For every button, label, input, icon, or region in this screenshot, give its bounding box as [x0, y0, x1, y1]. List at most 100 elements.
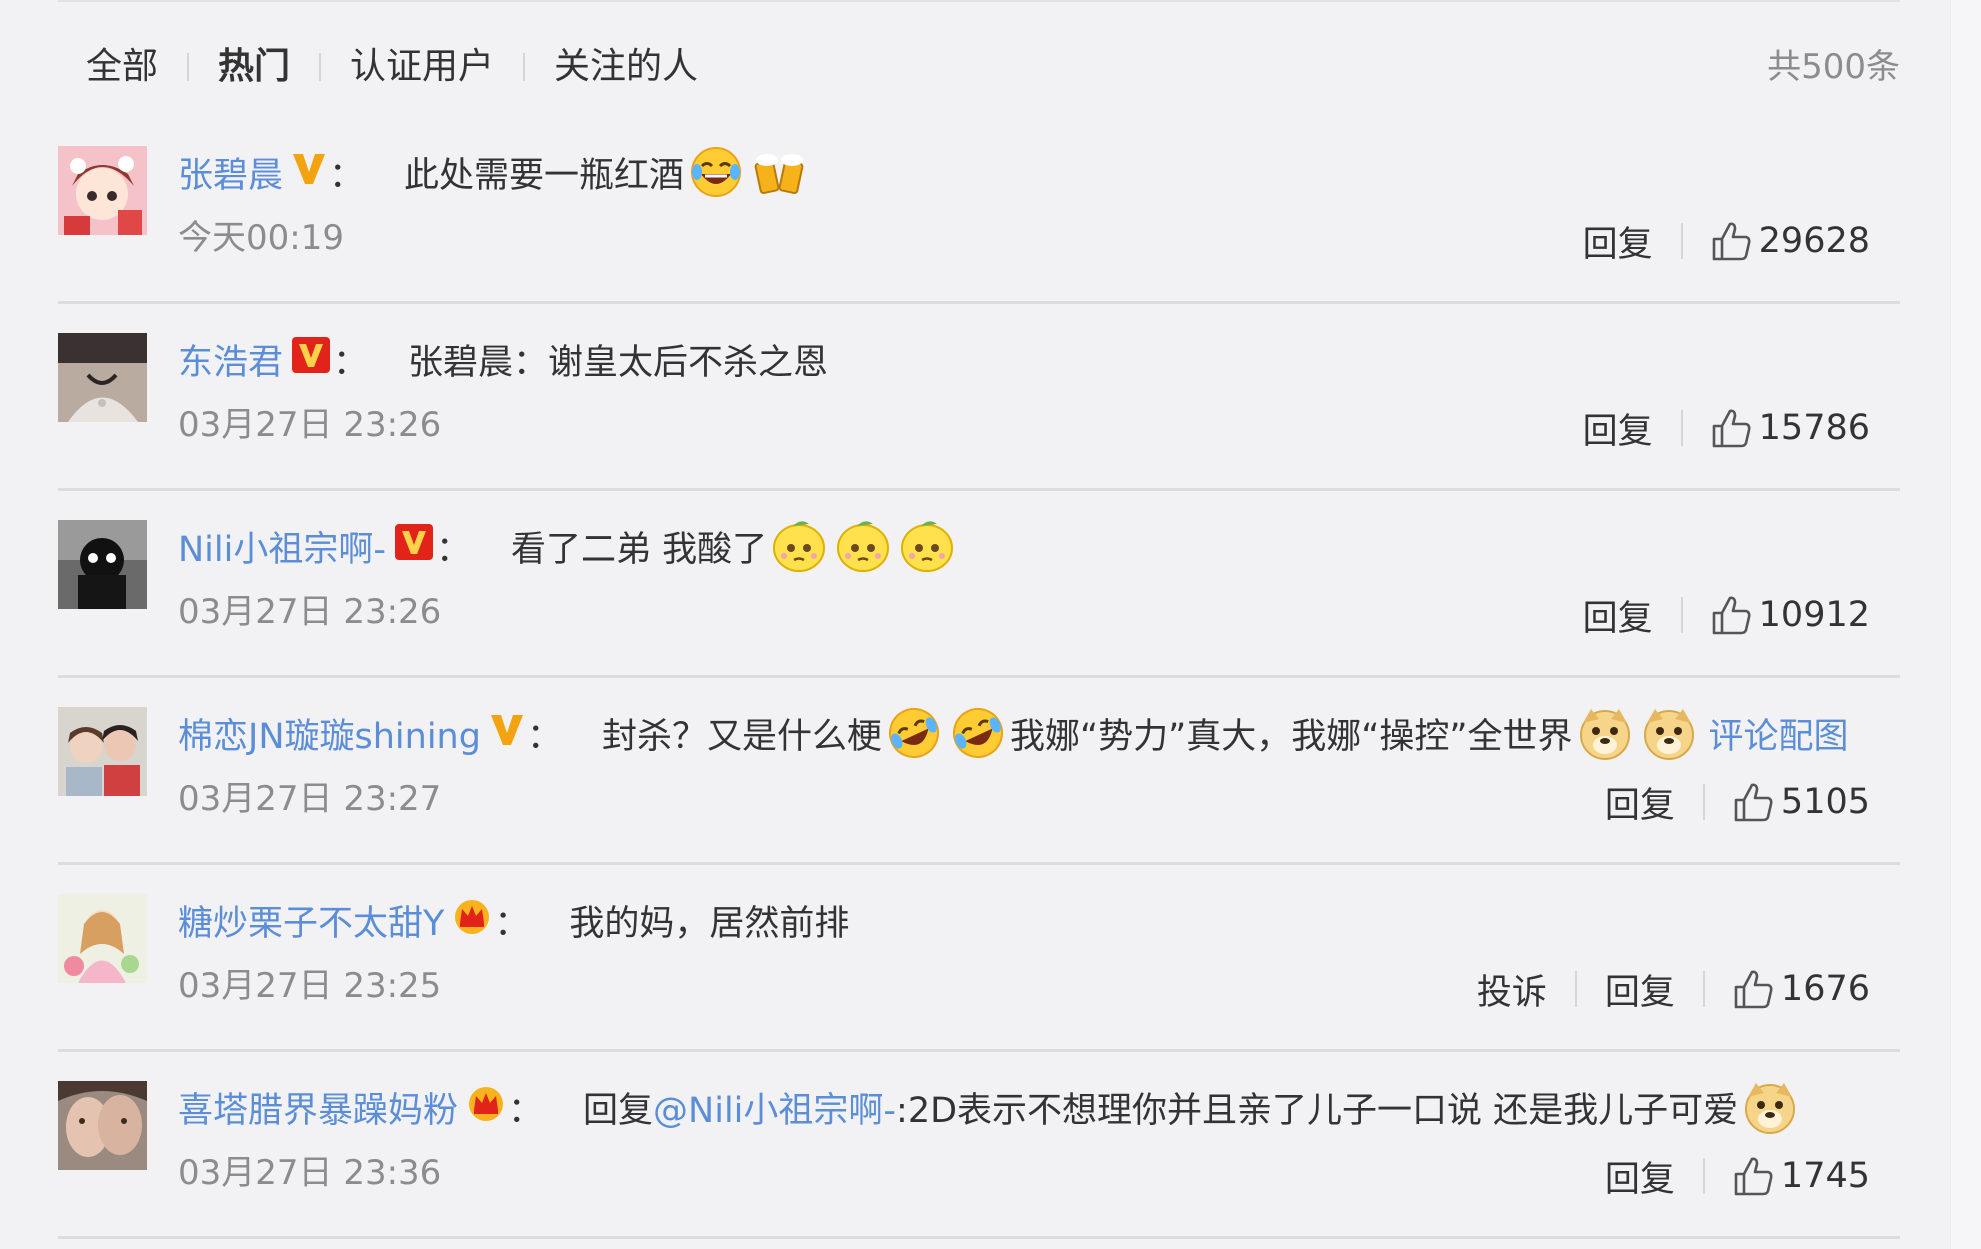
reply-button[interactable]: 回复 [1583, 403, 1653, 454]
comment-image-link[interactable]: 评论配图 [1709, 708, 1849, 759]
reply-button[interactable]: 回复 [1583, 216, 1653, 267]
username-link[interactable]: 张碧晨 [178, 147, 283, 198]
comment-time: 03月27日 23:26 [178, 405, 442, 445]
rolling-laugh-emoji-icon [950, 705, 1006, 761]
page-scroll-edge [1950, 0, 1981, 1249]
lemon-face-emoji-icon [771, 518, 827, 574]
comment-item: Nili小祖宗啊- ： 看了二弟 我酸了 03月27日 23:26 回复 109… [58, 491, 1900, 678]
username-link[interactable]: 喜塔腊界暴躁妈粉 [178, 1082, 458, 1133]
rolling-laugh-emoji-icon [886, 705, 942, 761]
comment-item: 糖炒栗子不太甜Y ： 我的妈，居然前排 03月27日 23:25 投诉 回复 1… [58, 865, 1900, 1052]
report-button[interactable]: 投诉 [1477, 964, 1547, 1015]
comment-time: 03月27日 23:25 [178, 966, 442, 1006]
doge-emoji-icon [1742, 1079, 1798, 1135]
total-comment-count: 共500条 [1767, 47, 1900, 87]
colon: ： [329, 155, 365, 196]
action-separator [1702, 784, 1705, 820]
tab-all[interactable]: 全部 [86, 42, 158, 92]
action-separator [1574, 971, 1577, 1007]
like-count: 10912 [1758, 595, 1870, 635]
comment-actions: 回复 10912 [1583, 589, 1870, 641]
thumbs-up-icon [1712, 409, 1751, 448]
comment-text: 我娜“势力”真大，我娜“操控”全世界 [1009, 716, 1573, 757]
username-link[interactable]: Nili小祖宗啊- [178, 521, 386, 572]
comment-actions: 回复 29628 [1583, 215, 1870, 267]
colon: ： [526, 716, 562, 757]
red-v-icon [291, 336, 331, 383]
doge-emoji-icon [1641, 705, 1697, 761]
action-separator [1702, 971, 1705, 1007]
colon: ： [494, 903, 530, 944]
comment-line: 喜塔腊界暴躁妈粉 ： 回复 @Nili小祖宗啊- :2D表示不想理你并且亲了儿子… [178, 1074, 1802, 1140]
thumbs-up-icon [1712, 596, 1751, 635]
thumbs-up-icon [1712, 222, 1751, 261]
colon: ： [333, 342, 369, 383]
like-count: 5105 [1780, 782, 1870, 822]
comment-actions: 回复 1745 [1605, 1150, 1870, 1202]
reply-button[interactable]: 回复 [1583, 590, 1653, 641]
comment-line: 棉恋JN璇璇shining ： 封杀？又是什么梗 我娜“势力”真大，我娜“操控”… [178, 700, 1849, 766]
thumbs-up-icon [1734, 970, 1773, 1009]
reply-prefix: 回复 [583, 1090, 654, 1131]
like-button[interactable]: 1745 [1733, 1155, 1870, 1197]
doge-emoji-icon [1577, 705, 1633, 761]
comment-text: 张碧晨：谢皇太后不杀之恩 [408, 342, 829, 383]
gold-v-icon [291, 150, 327, 195]
action-separator [1680, 410, 1683, 446]
comment-text: 封杀？又是什么梗 [601, 716, 882, 757]
avatar[interactable] [58, 146, 147, 235]
comment-actions: 投诉 回复 1676 [1477, 963, 1870, 1015]
like-button[interactable]: 15786 [1711, 407, 1870, 449]
comment-actions: 回复 15786 [1583, 402, 1870, 454]
comment-item: 张碧晨 ： 此处需要一瓶红酒 今天00:19 回复 29628 [58, 117, 1900, 304]
like-count: 1676 [1780, 969, 1870, 1009]
comment-filter-tabs: 全部 热门 认证用户 关注的人 [86, 42, 698, 92]
mention-link[interactable]: @Nili小祖宗啊- [653, 1082, 896, 1133]
avatar[interactable] [58, 333, 147, 422]
laughing-tears-emoji-icon [688, 144, 744, 200]
like-button[interactable]: 10912 [1711, 594, 1870, 636]
comment-line: Nili小祖宗啊- ： 看了二弟 我酸了 [178, 513, 959, 579]
comment-time: 03月27日 23:26 [178, 592, 442, 632]
reply-button[interactable]: 回复 [1605, 777, 1675, 828]
username-link[interactable]: 棉恋JN璇璇shining [178, 708, 481, 759]
tab-following[interactable]: 关注的人 [554, 42, 698, 92]
reply-button[interactable]: 回复 [1605, 964, 1675, 1015]
comment-text: 此处需要一瓶红酒 [404, 155, 685, 196]
username-link[interactable]: 糖炒栗子不太甜Y [178, 895, 444, 946]
reply-button[interactable]: 回复 [1605, 1151, 1675, 1202]
crown-icon [452, 897, 492, 944]
beer-cheers-emoji-icon [752, 144, 808, 200]
tab-hot[interactable]: 热门 [218, 42, 290, 92]
comment-line: 东浩君 ： 张碧晨：谢皇太后不杀之恩 [178, 326, 828, 392]
tab-verified-users[interactable]: 认证用户 [350, 42, 494, 92]
tab-separator [187, 53, 190, 81]
comment-time: 03月27日 23:27 [178, 779, 442, 819]
crown-icon [466, 1084, 506, 1131]
avatar[interactable] [58, 707, 147, 796]
comment-time: 今天00:19 [178, 218, 344, 258]
action-separator [1702, 1158, 1705, 1194]
like-button[interactable]: 29628 [1711, 220, 1870, 262]
colon: ： [435, 529, 471, 570]
comment-line: 张碧晨 ： 此处需要一瓶红酒 [178, 139, 812, 205]
thumbs-up-icon [1734, 1157, 1773, 1196]
like-count: 15786 [1758, 408, 1870, 448]
like-button[interactable]: 1676 [1733, 968, 1870, 1010]
like-button[interactable]: 5105 [1733, 781, 1870, 823]
comment-item: 东浩君 ： 张碧晨：谢皇太后不杀之恩 03月27日 23:26 回复 15786 [58, 304, 1900, 491]
gold-v-icon [489, 711, 525, 756]
avatar[interactable] [58, 1081, 147, 1170]
thumbs-up-icon [1734, 783, 1773, 822]
tab-separator [319, 53, 322, 81]
colon: ： [508, 1090, 544, 1131]
avatar[interactable] [58, 520, 147, 609]
action-separator [1680, 223, 1683, 259]
comment-text: 我的妈，居然前排 [569, 903, 850, 944]
comment-item: 喜塔腊界暴躁妈粉 ： 回复 @Nili小祖宗啊- :2D表示不想理你并且亲了儿子… [58, 1052, 1900, 1239]
avatar[interactable] [58, 894, 147, 983]
username-link[interactable]: 东浩君 [178, 334, 283, 385]
top-divider [58, 0, 1900, 2]
red-v-icon [394, 523, 434, 570]
row-divider [58, 1236, 1900, 1239]
